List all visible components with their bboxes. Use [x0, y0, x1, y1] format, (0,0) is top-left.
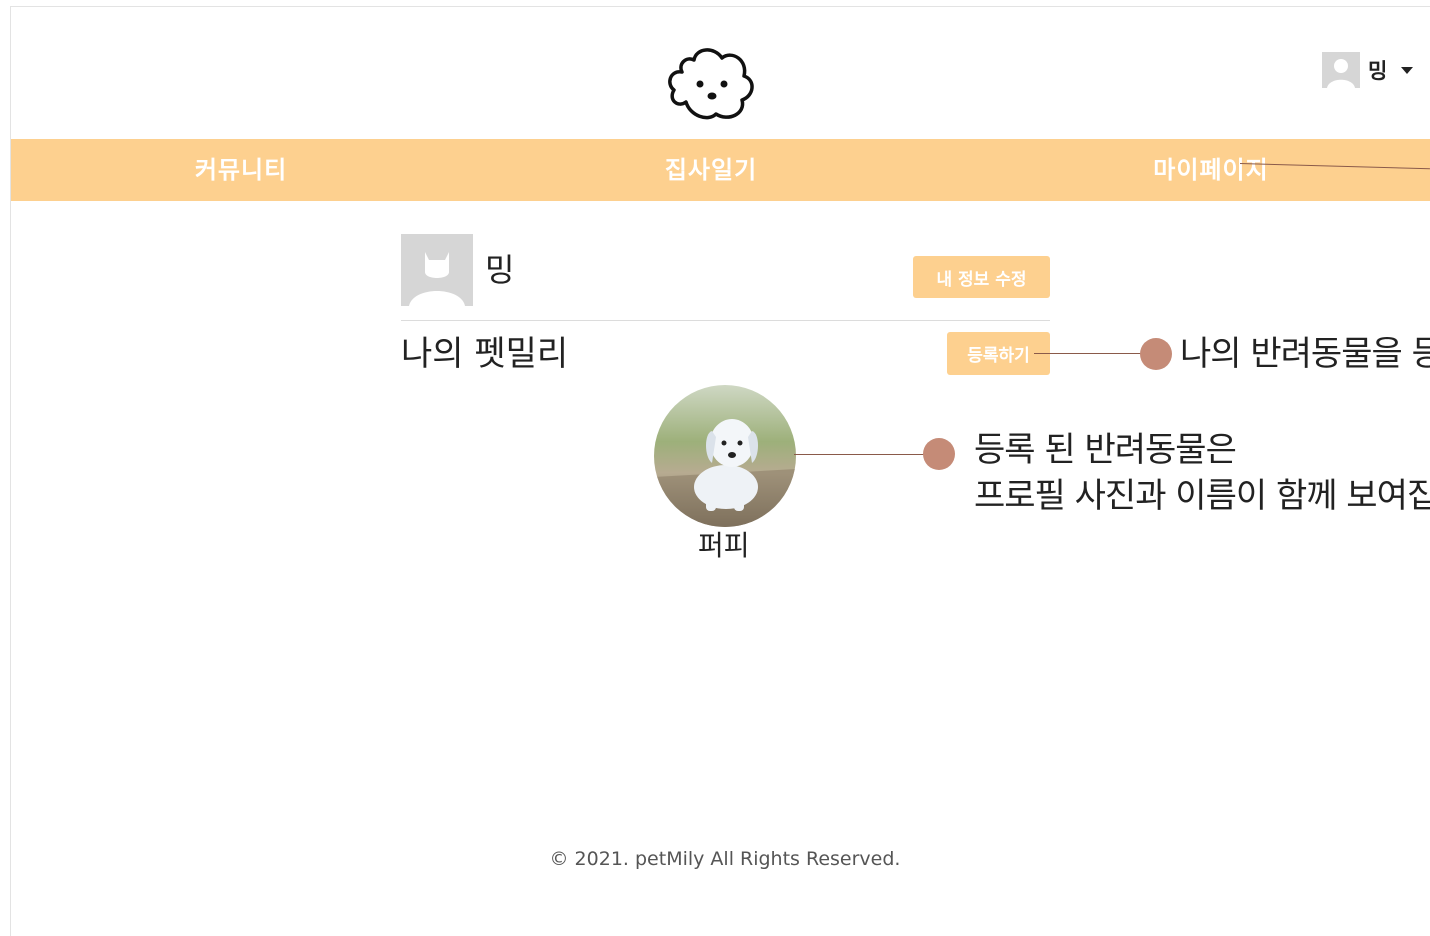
user-menu[interactable]: 밍	[1322, 52, 1414, 88]
user-name: 밍	[1368, 59, 1388, 83]
dog-logo-icon[interactable]	[662, 42, 760, 126]
callout-dot-pet	[923, 438, 955, 470]
callout-text-register: 나의 반려동물을 등	[1180, 334, 1430, 374]
callout-line-pet	[794, 454, 926, 455]
footer-copyright: © 2021. petMily All Rights Reserved.	[549, 848, 901, 870]
nav-diary[interactable]: 집사일기	[631, 139, 791, 201]
edit-profile-button[interactable]: 내 정보 수정	[913, 256, 1050, 298]
pet-family-title: 나의 펫밀리	[401, 334, 569, 374]
nav-mypage[interactable]: 마이페이지	[1111, 139, 1311, 201]
nav-community[interactable]: 커뮤니티	[161, 139, 321, 201]
profile-avatar	[401, 234, 473, 306]
caret-down-icon[interactable]	[1401, 66, 1414, 74]
callout-dot-register	[1140, 338, 1172, 370]
pet-name: 퍼피	[698, 529, 750, 562]
main-navbar: 커뮤니티 집사일기 마이페이지	[11, 139, 1430, 201]
callout-text-pet-line1: 등록 된 반려동물은	[974, 430, 1237, 470]
divider	[401, 320, 1050, 321]
pet-profile-photo[interactable]	[654, 385, 796, 527]
callout-text-pet-line2: 프로필 사진과 이름이 함께 보여집니	[974, 476, 1430, 516]
default-avatar-icon	[1322, 52, 1360, 88]
callout-line-register	[1034, 353, 1142, 354]
profile-name: 밍	[485, 251, 515, 289]
